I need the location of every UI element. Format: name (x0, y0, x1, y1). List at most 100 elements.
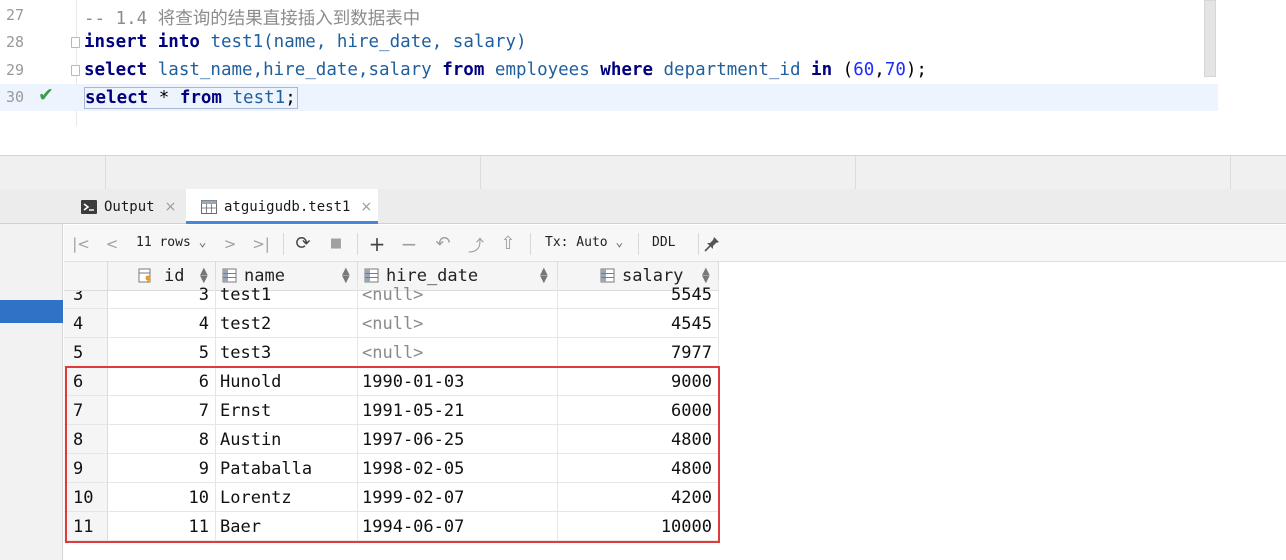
result-toolbar: |< < 11 rows ⌄ > >| ⟳ ■ + − ↶ ⤴ ⇧ Tx: Au… (64, 225, 1286, 262)
code-line-30[interactable]: 30 ✔ select * from test1; (0, 84, 1218, 111)
line-number: 29 (6, 61, 25, 79)
cell-name[interactable]: test2 (216, 309, 358, 338)
cell-name[interactable]: test1 (216, 280, 358, 309)
splitter-divider (855, 156, 856, 190)
cell-id[interactable]: 5 (108, 338, 216, 367)
cell-hire-date[interactable]: <null> (358, 338, 558, 367)
line-number: 27 (6, 6, 25, 24)
keyword: into (157, 32, 200, 52)
number-literal: 70 (884, 60, 906, 80)
identifier: last_name,hire_date,salary (147, 60, 443, 80)
sql-editor[interactable]: 27 -- 1.4 将查询的结果直接插入到数据表中 28 insert into… (0, 0, 1286, 155)
identifier: department_id (652, 60, 812, 80)
execution-success-check-icon: ✔ (38, 84, 54, 106)
editor-scrollbar[interactable] (1204, 0, 1216, 77)
rows-count-selector[interactable]: 11 rows ⌄ (136, 235, 206, 250)
pin-glyph (704, 236, 719, 252)
cell-salary[interactable]: 5545 (558, 280, 719, 309)
fold-marker-icon[interactable] (71, 65, 80, 76)
keyword: insert (84, 32, 148, 52)
tab-output[interactable]: Output × (72, 189, 184, 224)
punctuation: ); (905, 60, 927, 80)
transaction-mode-selector[interactable]: Tx: Auto ⌄ (545, 235, 623, 250)
close-icon[interactable]: × (360, 199, 372, 215)
toolbar-separator (530, 233, 531, 255)
active-tab-indicator (186, 221, 378, 224)
previous-page-button[interactable]: < (102, 225, 122, 262)
keyword: from (179, 88, 222, 108)
code-line-29[interactable]: 29 select last_name,hire_date,salary fro… (0, 57, 1218, 84)
number-literal: 60 (853, 60, 875, 80)
punctuation: ( (832, 60, 854, 80)
panel-splitter[interactable] (0, 155, 1286, 190)
result-grid[interactable]: id ▲▼ name ▲▼ hire_date ▲▼ salary ▲▼ (64, 262, 1286, 560)
keyword: from (442, 60, 485, 80)
keyword: select (85, 88, 149, 108)
add-row-icon[interactable]: + (366, 225, 388, 262)
sql-comment: -- 1.4 将查询的结果直接插入到数据表中 (84, 9, 421, 29)
identifier: test1(name, hire_date, salary) (199, 32, 527, 52)
submit-icon[interactable]: ⤴ (465, 225, 487, 262)
splitter-divider (105, 156, 106, 190)
first-page-button[interactable]: |< (70, 225, 92, 262)
toolbar-separator (357, 233, 358, 255)
chevron-down-icon: ⌄ (615, 235, 624, 250)
line-number: 28 (6, 33, 25, 51)
punctuation: , (874, 60, 885, 80)
toolbar-separator (638, 233, 639, 255)
cell-salary[interactable]: 4545 (558, 309, 719, 338)
ddl-button[interactable]: DDL (652, 235, 675, 250)
cell-hire-date[interactable]: <null> (358, 280, 558, 309)
remove-row-icon[interactable]: − (398, 225, 420, 262)
tab-atguigudb-test1[interactable]: atguigudb.test1 × (186, 189, 378, 224)
cell-id[interactable]: 3 (108, 280, 216, 309)
table-row[interactable]: 3 3 test1 <null> 5545 (64, 280, 719, 309)
sql-select-statement: select last_name,hire_date,salary from e… (84, 60, 927, 80)
identifier: employees (484, 60, 601, 80)
sql-insert-statement: insert into test1(name, hire_date, salar… (84, 32, 527, 52)
tab-label: atguigudb.test1 (224, 198, 351, 215)
refresh-icon[interactable]: ⟳ (292, 225, 314, 262)
table-icon (201, 199, 217, 214)
keyword: where (600, 60, 653, 80)
cell-name[interactable]: test3 (216, 338, 358, 367)
chevron-down-icon: ⌄ (198, 235, 207, 250)
console-icon (81, 199, 97, 214)
toolbar-separator (283, 233, 284, 255)
next-page-button[interactable]: > (220, 225, 240, 262)
code-line-28[interactable]: 28 insert into test1(name, hire_date, sa… (0, 29, 1218, 56)
sql-current-statement[interactable]: select * from test1; (84, 87, 298, 109)
left-selection-marker[interactable] (0, 300, 63, 323)
table-row[interactable]: 4 4 test2 <null> 4545 (64, 309, 719, 338)
identifier: test1 (221, 88, 286, 108)
row-number: 4 (64, 309, 108, 338)
stop-icon[interactable]: ■ (326, 225, 346, 262)
cell-salary[interactable]: 7977 (558, 338, 719, 367)
line-number: 30 (6, 88, 25, 106)
fold-marker-icon[interactable] (71, 37, 80, 48)
keyword: select (84, 60, 148, 80)
splitter-divider (1230, 156, 1231, 190)
upload-icon[interactable]: ⇧ (497, 225, 519, 262)
code-line-27[interactable]: 27 -- 1.4 将查询的结果直接插入到数据表中 (0, 2, 1218, 29)
cell-hire-date[interactable]: <null> (358, 309, 558, 338)
last-page-button[interactable]: >| (250, 225, 272, 262)
left-side-panel (0, 224, 63, 560)
highlight-annotation-box (65, 366, 720, 543)
revert-icon[interactable]: ↶ (432, 225, 454, 262)
close-icon[interactable]: × (165, 199, 177, 215)
result-tabs: Output × atguigudb.test1 × (0, 189, 1286, 224)
table-row[interactable]: 5 5 test3 <null> 7977 (64, 338, 719, 367)
splitter-divider (480, 156, 481, 190)
row-number-header-overlay (64, 262, 108, 291)
pin-icon[interactable] (701, 225, 723, 262)
toolbar-separator (698, 233, 699, 255)
punctuation: * (148, 88, 180, 108)
punctuation: ; (285, 88, 296, 108)
tx-mode-label: Tx: Auto (545, 235, 608, 250)
keyword: in (811, 60, 833, 80)
cell-id[interactable]: 4 (108, 309, 216, 338)
tab-label: Output (104, 198, 155, 215)
row-number: 5 (64, 338, 108, 367)
rows-count-label: 11 rows (136, 235, 191, 250)
